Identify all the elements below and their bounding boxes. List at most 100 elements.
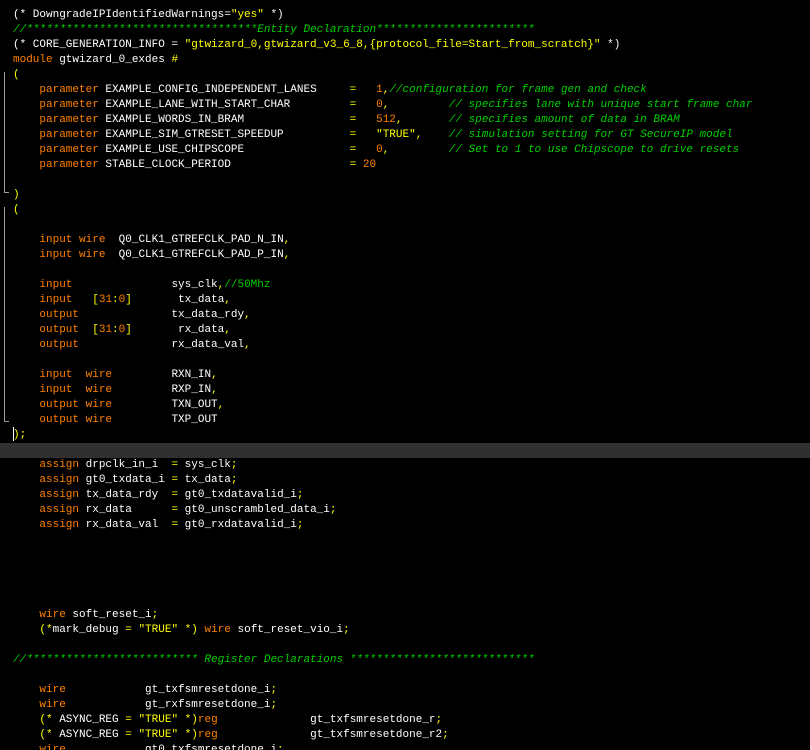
code-token: = [125,714,132,726]
code-token: wire [39,684,66,696]
code-line[interactable]: ) [0,188,810,203]
code-token: (* [39,714,53,726]
code-token: EXAMPLE_WORDS_IN_BRAM [98,114,350,126]
code-line[interactable]: (* ASYNC_REG = "TRUE" *)reg gt_txfsmrese… [0,728,810,743]
code-line[interactable] [0,593,810,608]
code-token: gt0_txfsmresetdone_i [65,744,278,750]
code-line[interactable]: parameter EXAMPLE_LANE_WITH_START_CHAR =… [0,98,810,113]
code-line[interactable]: output rx_data_val, [0,338,810,353]
code-token: 512 [376,114,396,126]
code-editor[interactable]: (* DowngradeIPIdentifiedWarnings="yes" *… [0,0,810,750]
code-token: , [244,309,251,321]
code-line[interactable] [0,668,810,683]
code-line[interactable] [0,533,810,548]
code-line[interactable]: ( [0,203,810,218]
code-token: wire [39,609,66,621]
code-line[interactable]: wire gt0_txfsmresetdone_i; [0,743,810,750]
code-line[interactable]: assign gt0_txdata_i = tx_data; [0,473,810,488]
code-token: //50Mhz [224,279,271,291]
code-line[interactable] [0,548,810,563]
code-line[interactable]: //************************** Register De… [0,653,810,668]
code-line[interactable] [0,353,810,368]
code-token: STABLE_CLOCK_PERIOD [98,159,350,171]
fold-guide-ports-end [4,421,9,422]
code-line[interactable]: assign rx_data = gt0_unscrambled_data_i; [0,503,810,518]
code-line[interactable]: input [31:0] tx_data, [0,293,810,308]
code-line[interactable]: parameter EXAMPLE_USE_CHIPSCOPE = 0, // … [0,143,810,158]
code-line[interactable]: input sys_clk,//50Mhz [0,278,810,293]
code-line[interactable]: (* ASYNC_REG = "TRUE" *)reg gt_txfsmrese… [0,713,810,728]
code-line[interactable] [0,218,810,233]
code-line[interactable]: (*mark_debug = "TRUE" *) wire soft_reset… [0,623,810,638]
code-line[interactable]: ); [0,428,810,443]
code-line[interactable]: parameter STABLE_CLOCK_PERIOD = 20 [0,158,810,173]
code-line[interactable]: input wire Q0_CLK1_GTREFCLK_PAD_P_IN, [0,248,810,263]
code-line[interactable]: parameter EXAMPLE_WORDS_IN_BRAM = 512, /… [0,113,810,128]
code-token: 31 [98,294,113,306]
code-token: ASYNC_REG [52,714,126,726]
code-token: parameter [39,114,99,126]
code-token: Q0_CLK1_GTREFCLK_PAD_N_IN [105,234,284,246]
code-line[interactable]: wire gt_txfsmresetdone_i; [0,683,810,698]
code-line[interactable]: //***********************************Ent… [0,23,810,38]
code-token: wire [85,414,113,426]
code-line[interactable] [0,263,810,278]
code-line[interactable] [0,578,810,593]
code-line[interactable]: ( [0,68,810,83]
code-line[interactable]: assign tx_data_rdy = gt0_txdatavalid_i; [0,488,810,503]
code-line[interactable] [0,443,810,458]
code-line[interactable]: wire soft_reset_i; [0,608,810,623]
code-line[interactable]: (* DowngradeIPIdentifiedWarnings="yes" *… [0,8,810,23]
code-token: ; [151,609,159,621]
code-token: wire [85,384,113,396]
code-line[interactable]: input wire RXP_IN, [0,383,810,398]
code-token: *) [600,39,621,51]
code-line[interactable]: output wire TXN_OUT, [0,398,810,413]
code-line[interactable]: assign drpclk_in_i = sys_clk; [0,458,810,473]
code-line[interactable]: input wire Q0_CLK1_GTREFCLK_PAD_N_IN, [0,233,810,248]
code-line[interactable]: assign rx_data_val = gt0_rxdatavalid_i; [0,518,810,533]
code-line[interactable] [0,638,810,653]
code-line[interactable]: module gtwizard_0_exdes # [0,53,810,68]
code-token: gtwizard_0_exdes [52,54,172,66]
code-line[interactable]: (* CORE_GENERATION_INFO = "gtwizard_0,gt… [0,38,810,53]
code-token: 20 [362,159,377,171]
code-line[interactable]: output tx_data_rdy, [0,308,810,323]
code-token: ; [296,489,304,501]
code-token: "TRUE" [138,729,179,741]
code-token: : [112,294,119,306]
code-line[interactable]: parameter EXAMPLE_SIM_GTRESET_SPEEDUP = … [0,128,810,143]
code-token: wire [204,624,231,636]
code-token: TXN_OUT [112,399,218,411]
code-token: "gtwizard_0,gtwizard_v3_6_8,{protocol_fi… [184,39,601,51]
code-line[interactable] [0,173,810,188]
code-line[interactable]: input wire RXN_IN, [0,368,810,383]
fold-guide-ports [4,207,11,421]
code-line[interactable]: output wire TXP_OUT [0,413,810,428]
code-line[interactable]: output [31:0] rx_data, [0,323,810,338]
code-token: assign [39,519,80,531]
code-token: input [39,249,73,261]
code-line[interactable]: wire gt_rxfsmresetdone_i; [0,698,810,713]
code-token: "TRUE" [376,129,416,141]
code-token: input [39,294,73,306]
code-token: tx_data [131,294,225,306]
code-line[interactable]: parameter EXAMPLE_CONFIG_INDEPENDENT_LAN… [0,83,810,98]
code-line[interactable] [0,563,810,578]
